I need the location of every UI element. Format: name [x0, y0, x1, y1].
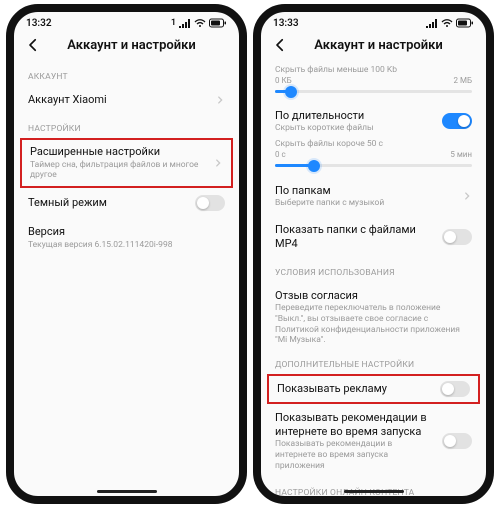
status-icons: 1 — [171, 18, 227, 28]
hide-small-files-slider-row: Скрыть файлы меньше 100 Kb 0 КБ 2 МБ — [261, 62, 486, 103]
hide-short-files-slider[interactable] — [275, 159, 472, 173]
row-sub: Показывать рекомендации в интернете во в… — [275, 439, 434, 471]
section-online: НАСТРОЙКИ ОНЛАЙН-КОНТЕНТА — [261, 478, 486, 496]
recommendations-row[interactable]: Показывать рекомендации в интернете во в… — [261, 404, 486, 478]
hide-short-files-slider-row: Скрыть файлы короче 50 с 0 с 5 мин — [261, 136, 486, 177]
row-title: Отзыв согласия — [275, 289, 472, 303]
status-icons — [426, 18, 474, 28]
content: АККАУНТ Аккаунт Xiaomi НАСТРОЙКИ Расшире… — [14, 62, 239, 496]
row-title: Показывать рекомендации в интернете во в… — [275, 411, 434, 439]
duration-toggle[interactable] — [442, 113, 472, 129]
section-settings: НАСТРОЙКИ — [14, 114, 239, 138]
back-icon[interactable] — [24, 36, 42, 54]
section-terms: УСЛОВИЯ ИСПОЛЬЗОВАНИЯ — [261, 258, 486, 282]
battery-icon — [456, 18, 474, 28]
row-sub: Таймер сна, фильтрация файлов и многое д… — [30, 160, 205, 181]
slider-min: 0 с — [275, 150, 286, 159]
dark-mode-row[interactable]: Темный режим — [14, 188, 239, 218]
slider-max: 2 МБ — [453, 76, 472, 85]
dark-mode-toggle[interactable] — [195, 195, 225, 211]
row-sub: Переведите переключатель в положение "Вы… — [275, 303, 472, 346]
page-title: Аккаунт и настройки — [52, 38, 211, 53]
status-bar: 13:32 1 — [14, 12, 239, 34]
status-time: 13:32 — [26, 18, 52, 29]
show-ads-toggle[interactable] — [440, 381, 470, 397]
row-sub: Скрыть файлы короче 50 с — [275, 139, 472, 150]
row-title: Версия — [28, 225, 225, 239]
recommendations-toggle[interactable] — [442, 433, 472, 449]
xiaomi-account-row[interactable]: Аккаунт Xiaomi — [14, 86, 239, 114]
phone-left: 13:32 1 Аккаунт и настройки АККАУНТ Акка… — [6, 4, 247, 504]
chevron-right-icon — [462, 191, 472, 201]
row-sub: Скрыть короткие файлы — [275, 123, 434, 134]
header: Аккаунт и настройки — [14, 34, 239, 62]
show-ads-row[interactable]: Показывать рекламу — [267, 374, 480, 404]
consent-row[interactable]: Отзыв согласия Переведите переключатель … — [261, 282, 486, 350]
wifi-icon — [194, 18, 206, 28]
folders-row[interactable]: По папкам Выберите папки с музыкой — [261, 177, 486, 216]
mp4-folders-row[interactable]: Показать папки с файлами MP4 — [261, 216, 486, 258]
row-title: Аккаунт Xiaomi — [28, 93, 207, 107]
signal-icon — [179, 18, 191, 28]
mp4-toggle[interactable] — [442, 229, 472, 245]
chevron-right-icon — [215, 95, 225, 105]
row-title: По длительности — [275, 109, 434, 123]
signal-icon — [426, 18, 438, 28]
row-title: Расширенные настройки — [30, 145, 205, 159]
row-sub: Скрыть файлы меньше 100 Kb — [275, 65, 472, 76]
wifi-icon — [441, 18, 453, 28]
battery-icon — [209, 18, 227, 28]
advanced-settings-row[interactable]: Расширенные настройки Таймер сна, фильтр… — [20, 138, 233, 188]
row-title: По папкам — [275, 184, 454, 198]
slider-max: 5 мин — [450, 150, 472, 159]
row-sub: Текущая версия 6.15.02.111420i-998 — [28, 240, 225, 251]
phone-right: 13:33 Аккаунт и настройки Скрыть файлы м… — [253, 4, 494, 504]
hide-small-files-slider[interactable] — [275, 85, 472, 99]
row-sub: Выберите папки с музыкой — [275, 198, 454, 209]
duration-row[interactable]: По длительности Скрыть короткие файлы — [261, 103, 486, 136]
page-title: Аккаунт и настройки — [299, 38, 458, 53]
status-bar: 13:33 — [261, 12, 486, 34]
row-title: Показать папки с файлами MP4 — [275, 223, 434, 251]
row-title: Показывать рекламу — [277, 382, 432, 396]
slider-min: 0 КБ — [275, 76, 292, 85]
back-icon[interactable] — [271, 36, 289, 54]
status-extra-number: 1 — [171, 18, 176, 28]
status-time: 13:33 — [273, 18, 299, 29]
section-extra: ДОПОЛНИТЕЛЬНЫЕ НАСТРОЙКИ — [261, 350, 486, 374]
version-row[interactable]: Версия Текущая версия 6.15.02.111420i-99… — [14, 218, 239, 257]
section-account: АККАУНТ — [14, 62, 239, 86]
chevron-right-icon — [213, 158, 223, 168]
content: Скрыть файлы меньше 100 Kb 0 КБ 2 МБ По … — [261, 62, 486, 496]
row-title: Темный режим — [28, 196, 187, 210]
header: Аккаунт и настройки — [261, 34, 486, 62]
